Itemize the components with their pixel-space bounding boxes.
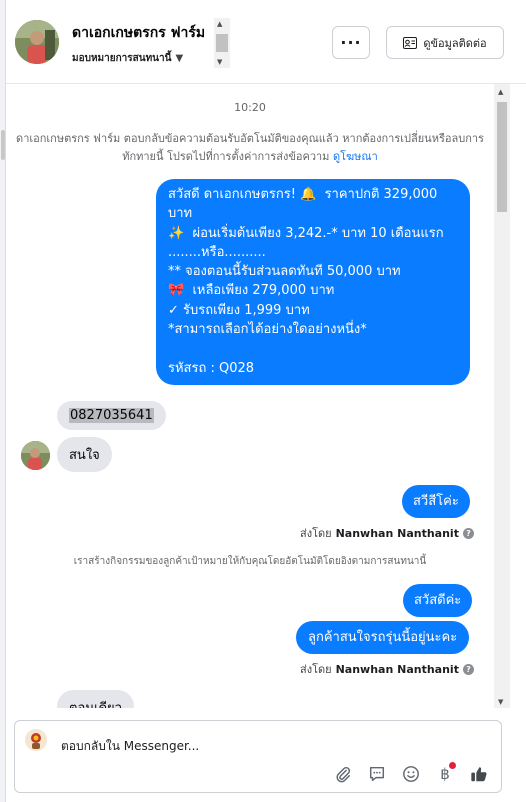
sender-name: Nanwhan Nanthanit bbox=[335, 662, 459, 676]
name-scrollbar[interactable]: ▲ ▼ bbox=[214, 18, 230, 68]
message-list: 10:20 ดาเอกเกษตรกร ฟาร์ม ตอบกลับข้อความต… bbox=[6, 84, 494, 708]
composer-toolbar: ฿ bbox=[333, 762, 489, 784]
chat-scrollbar-thumb[interactable] bbox=[497, 102, 507, 212]
system-note-text: ดาเอกเกษตรกร ฟาร์ม ตอบกลับข้อความต้อนรับ… bbox=[16, 132, 484, 163]
partial-message-bubble: ตอนเดียว bbox=[57, 690, 134, 708]
more-label: ··· bbox=[340, 33, 362, 52]
customer-avatar[interactable] bbox=[21, 441, 50, 470]
sent-by-prefix: ส่งโดย bbox=[300, 527, 332, 540]
scroll-down-icon[interactable]: ▼ bbox=[217, 58, 222, 66]
assign-conversation-dropdown[interactable]: มอบหมายการสนทนานี้ ▼ bbox=[72, 51, 183, 66]
phone-message-bubble: 0827035641 bbox=[57, 401, 166, 430]
message-timestamp: 10:20 bbox=[234, 101, 266, 114]
ask-message-bubble: ลูกค้าสนใจรถรุ่นนี้อยู่นะคะ bbox=[296, 621, 470, 654]
sent-by-label-2: ส่งโดย Nanwhan Nanthanit ? bbox=[300, 660, 474, 678]
caret-down-icon: ▼ bbox=[175, 53, 184, 64]
like-icon[interactable] bbox=[469, 764, 489, 784]
attach-icon[interactable] bbox=[333, 764, 353, 784]
system-note: ดาเอกเกษตรกร ฟาร์ม ตอบกลับข้อความต้อนรับ… bbox=[16, 130, 484, 166]
view-ad-link[interactable]: ดูโฆษณา bbox=[333, 150, 378, 163]
contact-card-icon bbox=[403, 36, 418, 49]
chat-scrollbar[interactable]: ▲ ▼ bbox=[494, 84, 510, 708]
emoji-icon[interactable] bbox=[401, 764, 421, 784]
info-icon[interactable]: ? bbox=[462, 527, 474, 539]
quick-reply-icon[interactable] bbox=[367, 764, 387, 784]
view-contact-label: ดูข้อมูลติดต่อ bbox=[423, 36, 487, 50]
greeting-bubble-2: สวัสดีค่ะ bbox=[403, 584, 473, 617]
sent-by-label-1: ส่งโดย Nanwhan Nanthanit ? bbox=[300, 524, 474, 542]
sender-name: Nanwhan Nanthanit bbox=[335, 526, 459, 540]
page-avatar bbox=[25, 729, 47, 751]
scroll-up-icon[interactable]: ▲ bbox=[498, 88, 503, 96]
more-options-button[interactable]: ··· bbox=[332, 26, 370, 59]
sent-by-prefix: ส่งโดย bbox=[300, 663, 332, 676]
customer-reply-bubble: สนใจ bbox=[57, 437, 112, 472]
conversation-header: ดาเอกเกษตรกร ฟาร์ม มอบหมายการสนทนานี้ ▼ … bbox=[6, 0, 526, 84]
assign-label: มอบหมายการสนทนานี้ bbox=[72, 53, 172, 64]
phone-number-text[interactable]: 0827035641 bbox=[69, 408, 154, 423]
notification-dot bbox=[449, 762, 456, 769]
activity-note: เราสร้างกิจกรรมของลูกค้าเป้าหมายให้กับคุ… bbox=[73, 556, 427, 567]
view-contact-button[interactable]: ดูข้อมูลติดต่อ bbox=[386, 26, 504, 59]
contact-avatar[interactable] bbox=[15, 20, 59, 64]
baht-symbol: ฿ bbox=[440, 765, 450, 783]
reply-input[interactable]: ตอบกลับใน Messenger... bbox=[61, 737, 199, 756]
name-scrollbar-thumb[interactable] bbox=[216, 34, 228, 52]
left-scroll-thumb[interactable] bbox=[1, 130, 5, 160]
promo-message-bubble: สวัสดี ดาเอกเกษตรกร! 🔔 ราคาปกติ 329,000 … bbox=[156, 179, 470, 385]
scroll-down-icon[interactable]: ▼ bbox=[498, 698, 503, 706]
greeting-bubble-1: สวีสีโค่ะ bbox=[402, 485, 470, 518]
baht-icon[interactable]: ฿ bbox=[435, 762, 456, 784]
info-icon[interactable]: ? bbox=[462, 663, 474, 675]
contact-name: ดาเอกเกษตรกร ฟาร์ม bbox=[72, 25, 206, 41]
reply-composer[interactable]: ตอบกลับใน Messenger... ฿ bbox=[14, 720, 502, 793]
scroll-up-icon[interactable]: ▲ bbox=[217, 20, 222, 28]
